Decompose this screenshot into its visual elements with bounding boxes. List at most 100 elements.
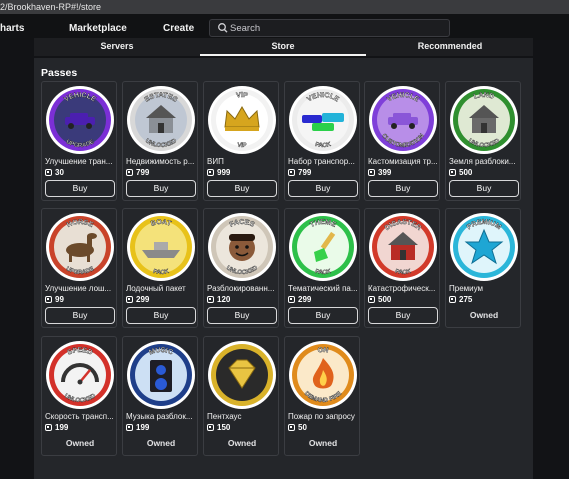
pass-price: 120: [207, 295, 230, 305]
pass-badge-image[interactable]: HORSE UPGRADE: [45, 212, 115, 282]
buy-button[interactable]: Buy: [288, 180, 358, 197]
pass-title[interactable]: ВИП: [207, 157, 277, 166]
buy-button[interactable]: Buy: [45, 307, 115, 324]
pass-title[interactable]: Кастомизация тр...: [368, 157, 438, 166]
buy-button[interactable]: Buy: [126, 180, 196, 197]
pass-price: 275: [449, 295, 472, 305]
tab-recommended[interactable]: Recommended: [367, 38, 533, 56]
url-bar[interactable]: 2/Brookhaven-RP#!/store: [0, 0, 569, 14]
pass-badge-image[interactable]: BOAT PACK: [126, 212, 196, 282]
pass-badge-image[interactable]: PREMIUM: [449, 212, 519, 282]
buy-button[interactable]: Buy: [207, 307, 277, 324]
pass-price-value: 30: [55, 168, 64, 177]
pass-title[interactable]: Недвижимость р...: [126, 157, 196, 166]
badge-top-label: VIP: [236, 92, 249, 100]
search-input[interactable]: [230, 21, 430, 35]
pass-price-value: 275: [459, 295, 473, 304]
buy-button[interactable]: Buy: [288, 307, 358, 324]
buy-button[interactable]: Buy: [368, 180, 438, 197]
pass-price: 399: [368, 168, 391, 178]
robux-icon: [126, 424, 133, 431]
pass-badge-image[interactable]: [207, 340, 277, 410]
pass-title[interactable]: Катастрофическ...: [368, 284, 438, 293]
pass-title[interactable]: Тематический па...: [288, 284, 358, 293]
buy-button[interactable]: Buy: [126, 307, 196, 324]
pass-card[interactable]: ESTATES UNLOCKED Недвижимость р... 799 Buy: [122, 81, 198, 201]
pass-title[interactable]: Разблокированн...: [207, 284, 277, 293]
pass-badge-image[interactable]: VIP VIP: [207, 85, 277, 155]
pass-badge-image[interactable]: LAND UNLOCKED: [449, 85, 519, 155]
pass-card[interactable]: VEHICLE CUSTOMIZATION Кастомизация тр...…: [364, 81, 440, 201]
pass-card[interactable]: BOAT PACK Лодочный пакет 299 Buy: [122, 208, 198, 328]
pass-title[interactable]: Лодочный пакет: [126, 284, 196, 293]
pass-badge-image[interactable]: VEHICLE UPGRADE: [45, 85, 115, 155]
pass-badge-image[interactable]: SPEED UNLOCKED: [45, 340, 115, 410]
nav-create[interactable]: Create: [163, 23, 194, 34]
pass-price: 199: [45, 423, 68, 433]
tab-store[interactable]: Store: [200, 38, 366, 56]
pass-card[interactable]: PREMIUM Премиум 275 Owned: [445, 208, 521, 328]
pass-card[interactable]: HORSE UPGRADE Улучшение лош... 99 Buy: [41, 208, 117, 328]
robux-icon: [368, 169, 375, 176]
pass-card[interactable]: MUSIC Музыка разблок... 199 Owned: [122, 336, 198, 456]
pass-badge-image[interactable]: ESTATES UNLOCKED: [126, 85, 196, 155]
pass-title[interactable]: Пожар по запросу: [288, 412, 358, 421]
buy-button[interactable]: Buy: [368, 307, 438, 324]
pass-title[interactable]: Набор транспор...: [288, 157, 358, 166]
robux-icon: [449, 169, 456, 176]
search-box[interactable]: [209, 19, 450, 37]
pass-price-value: 299: [136, 295, 150, 304]
pass-title[interactable]: Улучшение тран...: [45, 157, 115, 166]
pass-price-value: 199: [136, 423, 150, 432]
owned-label: Owned: [308, 438, 338, 448]
pass-badge-image[interactable]: ON DEMAND FIRE: [288, 340, 358, 410]
pass-badge-image[interactable]: FACES UNLOCKED: [207, 212, 277, 282]
robux-icon: [126, 296, 133, 303]
pass-card[interactable]: Пентхаус 150 Owned: [203, 336, 279, 456]
pass-title[interactable]: Улучшение лош...: [45, 284, 115, 293]
pass-badge-image[interactable]: VEHICLE CUSTOMIZATION: [368, 85, 438, 155]
pass-badge-image[interactable]: MUSIC: [126, 340, 196, 410]
pass-price: 99: [45, 295, 64, 305]
pass-card[interactable]: SPEED UNLOCKED Скорость трансп... 199 Owne…: [41, 336, 117, 456]
nav-marketplace[interactable]: Marketplace: [69, 23, 127, 34]
pass-price: 150: [207, 423, 230, 433]
pass-badge-image[interactable]: THEME PACK: [288, 212, 358, 282]
pass-price-value: 99: [55, 295, 64, 304]
pass-card[interactable]: VEHICLE PACK Набор транспор... 799 Buy: [284, 81, 360, 201]
pass-title[interactable]: Музыка разблок...: [126, 412, 196, 421]
robux-icon: [207, 169, 214, 176]
robux-icon: [207, 296, 214, 303]
tab-servers[interactable]: Servers: [34, 38, 200, 56]
url-text: 2/Brookhaven-RP#!/store: [0, 2, 102, 12]
pass-card[interactable]: VEHICLE UPGRADE Улучшение тран... 30 Buy: [41, 81, 117, 201]
pass-card[interactable]: THEME PACK Тематический па... 299 Buy: [284, 208, 360, 328]
buy-button[interactable]: Buy: [207, 180, 277, 197]
pass-price: 299: [288, 295, 311, 305]
pass-price-value: 150: [217, 423, 231, 432]
pass-price: 199: [126, 423, 149, 433]
pass-card[interactable]: VIP VIP ВИП 999 Buy: [203, 81, 279, 201]
nav-charts[interactable]: harts: [0, 23, 24, 34]
pass-price: 30: [45, 168, 64, 178]
pass-card[interactable]: ON DEMAND FIRE Пожар по запросу 50 Owned: [284, 336, 360, 456]
pass-price-value: 799: [298, 168, 312, 177]
robux-icon: [45, 169, 52, 176]
pass-price: 50: [288, 423, 307, 433]
buy-button[interactable]: Buy: [45, 180, 115, 197]
pass-title[interactable]: Премиум: [449, 284, 519, 293]
pass-card[interactable]: LAND UNLOCKED Земля разблоки... 500 Buy: [445, 81, 521, 201]
pass-title[interactable]: Земля разблоки...: [449, 157, 519, 166]
buy-button[interactable]: Buy: [449, 180, 519, 197]
pass-card[interactable]: DISASTER PACK Катастрофическ... 500 Buy: [364, 208, 440, 328]
pass-title[interactable]: Пентхаус: [207, 412, 277, 421]
pass-price: 500: [449, 168, 472, 178]
owned-label: Owned: [65, 438, 95, 448]
pass-card[interactable]: FACES UNLOCKED Разблокированн... 120 Buy: [203, 208, 279, 328]
pass-badge-image[interactable]: VEHICLE PACK: [288, 85, 358, 155]
pass-badge-image[interactable]: DISASTER PACK: [368, 212, 438, 282]
pass-price-value: 299: [298, 295, 312, 304]
pass-title[interactable]: Скорость трансп...: [45, 412, 115, 421]
pass-price: 799: [126, 168, 149, 178]
robux-icon: [126, 169, 133, 176]
